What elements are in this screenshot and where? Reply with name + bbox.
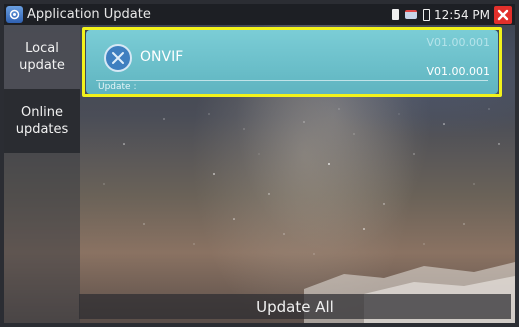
update-all-button[interactable]: Update All — [79, 294, 511, 319]
clock: 12:54 PM — [434, 7, 490, 22]
sidebar-item-local-update[interactable]: Local update — [4, 25, 80, 89]
close-button[interactable] — [494, 5, 512, 24]
current-version: V01.00.001 — [426, 65, 490, 78]
update-item-name: ONVIF — [140, 49, 184, 65]
status-bar: Application Update 12:54 PM — [4, 4, 515, 25]
sidebar-item-online-updates[interactable]: Online updates — [4, 89, 80, 153]
update-status-label: Update : — [98, 82, 137, 92]
latest-version: V01.00.001 — [426, 36, 490, 49]
sidebar: Local update Online updates — [4, 25, 80, 323]
app-title: Application Update — [27, 7, 151, 22]
card-divider — [96, 80, 488, 81]
update-item-card[interactable]: ONVIF V01.00.001 V01.00.001 Update : — [86, 30, 498, 94]
sd-card-icon — [392, 9, 399, 20]
battery-icon — [423, 8, 430, 21]
onvif-logo-icon — [104, 44, 132, 72]
network-icon — [405, 10, 417, 19]
close-icon — [497, 9, 509, 20]
app-update-icon — [6, 6, 23, 23]
